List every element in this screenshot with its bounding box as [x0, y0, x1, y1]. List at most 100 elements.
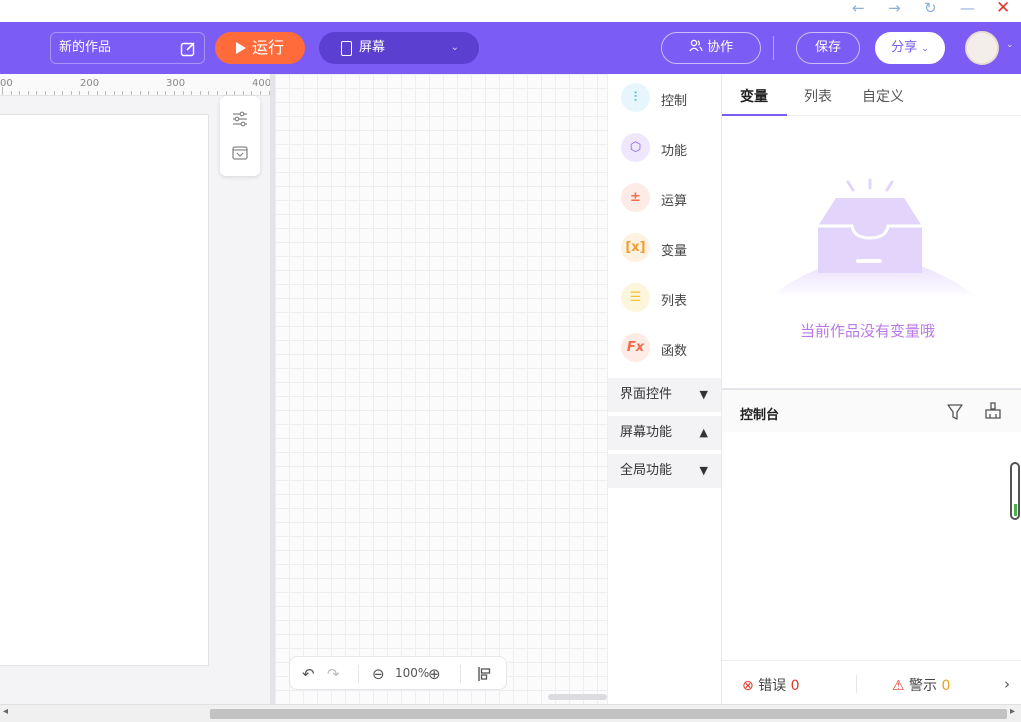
redo-icon[interactable]: ↷: [327, 665, 340, 683]
console-title: 控制台: [740, 408, 780, 423]
ruler-tick: [217, 91, 218, 95]
tab-variables[interactable]: 变量: [740, 86, 768, 106]
screen-page[interactable]: [0, 114, 209, 666]
category-function[interactable]: ⬡ 功能: [608, 124, 722, 174]
divider: [358, 665, 359, 683]
ruler-tick: [96, 91, 98, 95]
project-title-field[interactable]: 新的作品: [50, 32, 205, 64]
horizontal-scrollbar[interactable]: ◂ ▸: [0, 704, 1021, 722]
ruler-tick: [2, 87, 3, 95]
workspace-scrollbar[interactable]: [548, 694, 607, 700]
run-button[interactable]: 运行: [215, 32, 305, 64]
align-left-icon[interactable]: [477, 666, 493, 682]
ruler-tick: [165, 91, 167, 95]
screen-label: 屏幕: [359, 40, 386, 55]
chevron-down-icon: ▼: [699, 464, 708, 477]
category-variables[interactable]: [x] 变量: [608, 224, 722, 274]
group-screen-functions[interactable]: 屏幕功能 ▲: [608, 416, 722, 450]
ruler-tick: [208, 91, 210, 95]
console-scrollbar[interactable]: [1010, 462, 1020, 520]
chevron-right-icon[interactable]: ›: [1004, 675, 1010, 693]
image-frame-icon[interactable]: [231, 144, 249, 162]
group-label: 全局功能: [620, 463, 673, 478]
variable-x-icon: [x]: [621, 233, 650, 262]
ruler-tick: [88, 91, 89, 95]
clear-broom-icon[interactable]: [984, 402, 1002, 420]
screen-select[interactable]: 屏幕 ⌄: [319, 32, 479, 64]
chevron-down-icon: ⌄: [450, 42, 459, 53]
ruler-tick: [191, 91, 193, 95]
category-lists[interactable]: ☰ 列表: [608, 274, 722, 324]
active-tab-indicator: [722, 114, 787, 116]
hexagon-y-icon: ⬡: [621, 133, 650, 162]
ruler-tick: [122, 91, 124, 95]
ruler-tick: [70, 91, 72, 95]
warning-icon: ⚠: [892, 678, 905, 694]
save-label: 保存: [814, 40, 841, 55]
window-title-bar: ← → ↻ — ✕: [0, 0, 1021, 22]
block-workspace[interactable]: [275, 74, 607, 704]
tab-custom[interactable]: 自定义: [862, 86, 904, 106]
category-label: 功能: [661, 144, 688, 159]
tab-lists[interactable]: 列表: [804, 86, 832, 106]
chevron-up-icon: ▲: [699, 426, 708, 439]
scroll-left-icon[interactable]: ◂: [3, 706, 8, 717]
math-ops-icon: ±: [621, 183, 650, 212]
category-operators[interactable]: ± 运算: [608, 174, 722, 224]
warning-status[interactable]: ⚠ 警示 0: [892, 675, 950, 695]
minimize-icon[interactable]: —: [960, 0, 975, 16]
undo-icon[interactable]: ↶: [302, 665, 315, 683]
arrow-right-icon[interactable]: →: [888, 0, 901, 16]
chevron-down-icon: ⌄: [921, 44, 929, 54]
category-functions[interactable]: Fx 函数: [608, 324, 722, 374]
arrow-left-icon[interactable]: ←: [852, 0, 865, 16]
divider: [856, 675, 857, 693]
empty-variables-message: 当前作品没有变量哦: [800, 322, 936, 340]
scrollbar-thumb[interactable]: [210, 709, 1007, 719]
ruler-tick: [182, 91, 184, 95]
play-icon: [236, 42, 246, 54]
share-button[interactable]: 分享 ⌄: [875, 32, 945, 64]
ruler-tick: [148, 91, 150, 95]
error-label: 错误: [758, 678, 787, 694]
filter-icon[interactable]: [946, 403, 964, 421]
collaborate-button[interactable]: 协作: [661, 32, 761, 64]
save-button[interactable]: 保存: [796, 32, 860, 64]
users-icon: [689, 39, 703, 52]
category-label: 函数: [661, 344, 688, 359]
close-icon[interactable]: ✕: [996, 0, 1010, 17]
zoom-level: 100%: [395, 666, 430, 680]
ruler-tick: [234, 91, 236, 95]
ruler-label: 400: [252, 78, 272, 89]
console-header: 控制台: [722, 388, 1021, 432]
collaborate-label: 协作: [707, 40, 734, 55]
error-status[interactable]: ⊗ 错误 0: [742, 675, 800, 695]
ruler-tick: [242, 91, 244, 95]
empty-inbox-icon: [768, 178, 978, 298]
refresh-icon[interactable]: ↻: [924, 0, 937, 16]
phone-icon: [341, 41, 352, 56]
ruler-tick: [53, 91, 55, 95]
adjust-settings-icon[interactable]: [231, 110, 249, 128]
chevron-down-icon[interactable]: ⌄: [1006, 40, 1014, 50]
category-label: 运算: [661, 194, 688, 209]
ruler-tick: [45, 91, 46, 95]
scroll-right-icon[interactable]: ▸: [1010, 706, 1015, 717]
ruler-tick: [251, 91, 253, 95]
divider: [460, 665, 461, 683]
group-label: 屏幕功能: [620, 425, 673, 440]
ruler-tick: [139, 91, 141, 95]
group-global-functions[interactable]: 全局功能 ▼: [608, 454, 722, 488]
edit-icon[interactable]: [180, 41, 196, 57]
panel-tabs: 变量 列表 自定义: [722, 74, 1021, 116]
group-ui-controls[interactable]: 界面控件 ▼: [608, 378, 722, 412]
top-toolbar: 新的作品 运行 屏幕 ⌄ 协作 保存 分享 ⌄ ⌄: [0, 22, 1021, 74]
error-count: 0: [790, 678, 800, 694]
zoom-out-icon[interactable]: ⊖: [372, 665, 385, 683]
category-label: 列表: [661, 294, 688, 309]
zoom-in-icon[interactable]: ⊕: [428, 665, 441, 683]
category-control[interactable]: ⫶ 控制: [608, 74, 722, 124]
ruler-tick: [10, 91, 12, 95]
avatar[interactable]: [965, 31, 999, 65]
console-status: ⊗ 错误 0 ⚠ 警示 0 ›: [722, 660, 1021, 704]
